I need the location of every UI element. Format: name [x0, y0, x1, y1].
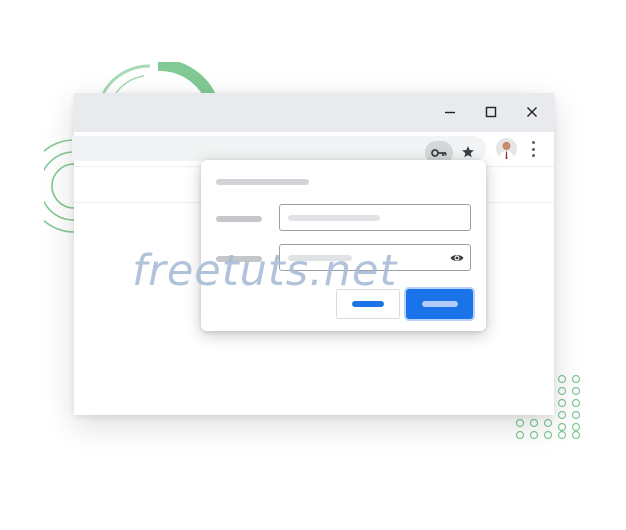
title-bar — [74, 93, 554, 132]
more-vert-icon[interactable] — [528, 139, 538, 159]
star-icon[interactable] — [458, 142, 478, 162]
profile-avatar[interactable] — [496, 138, 517, 159]
save-label-placeholder — [421, 301, 458, 307]
maximize-icon[interactable] — [476, 98, 506, 126]
username-value-placeholder — [288, 215, 380, 221]
close-icon[interactable] — [517, 98, 547, 126]
cancel-label-placeholder — [352, 301, 384, 307]
popup-title-placeholder — [216, 179, 309, 185]
minimize-icon[interactable] — [435, 98, 465, 126]
decorative-ring-top — [100, 62, 216, 96]
address-bar[interactable] — [72, 136, 486, 164]
save-button[interactable] — [406, 289, 473, 319]
watermark-text: freetuts.net — [132, 246, 398, 296]
eye-icon[interactable] — [450, 251, 464, 265]
username-label-placeholder — [216, 216, 262, 222]
username-field[interactable] — [279, 204, 471, 231]
